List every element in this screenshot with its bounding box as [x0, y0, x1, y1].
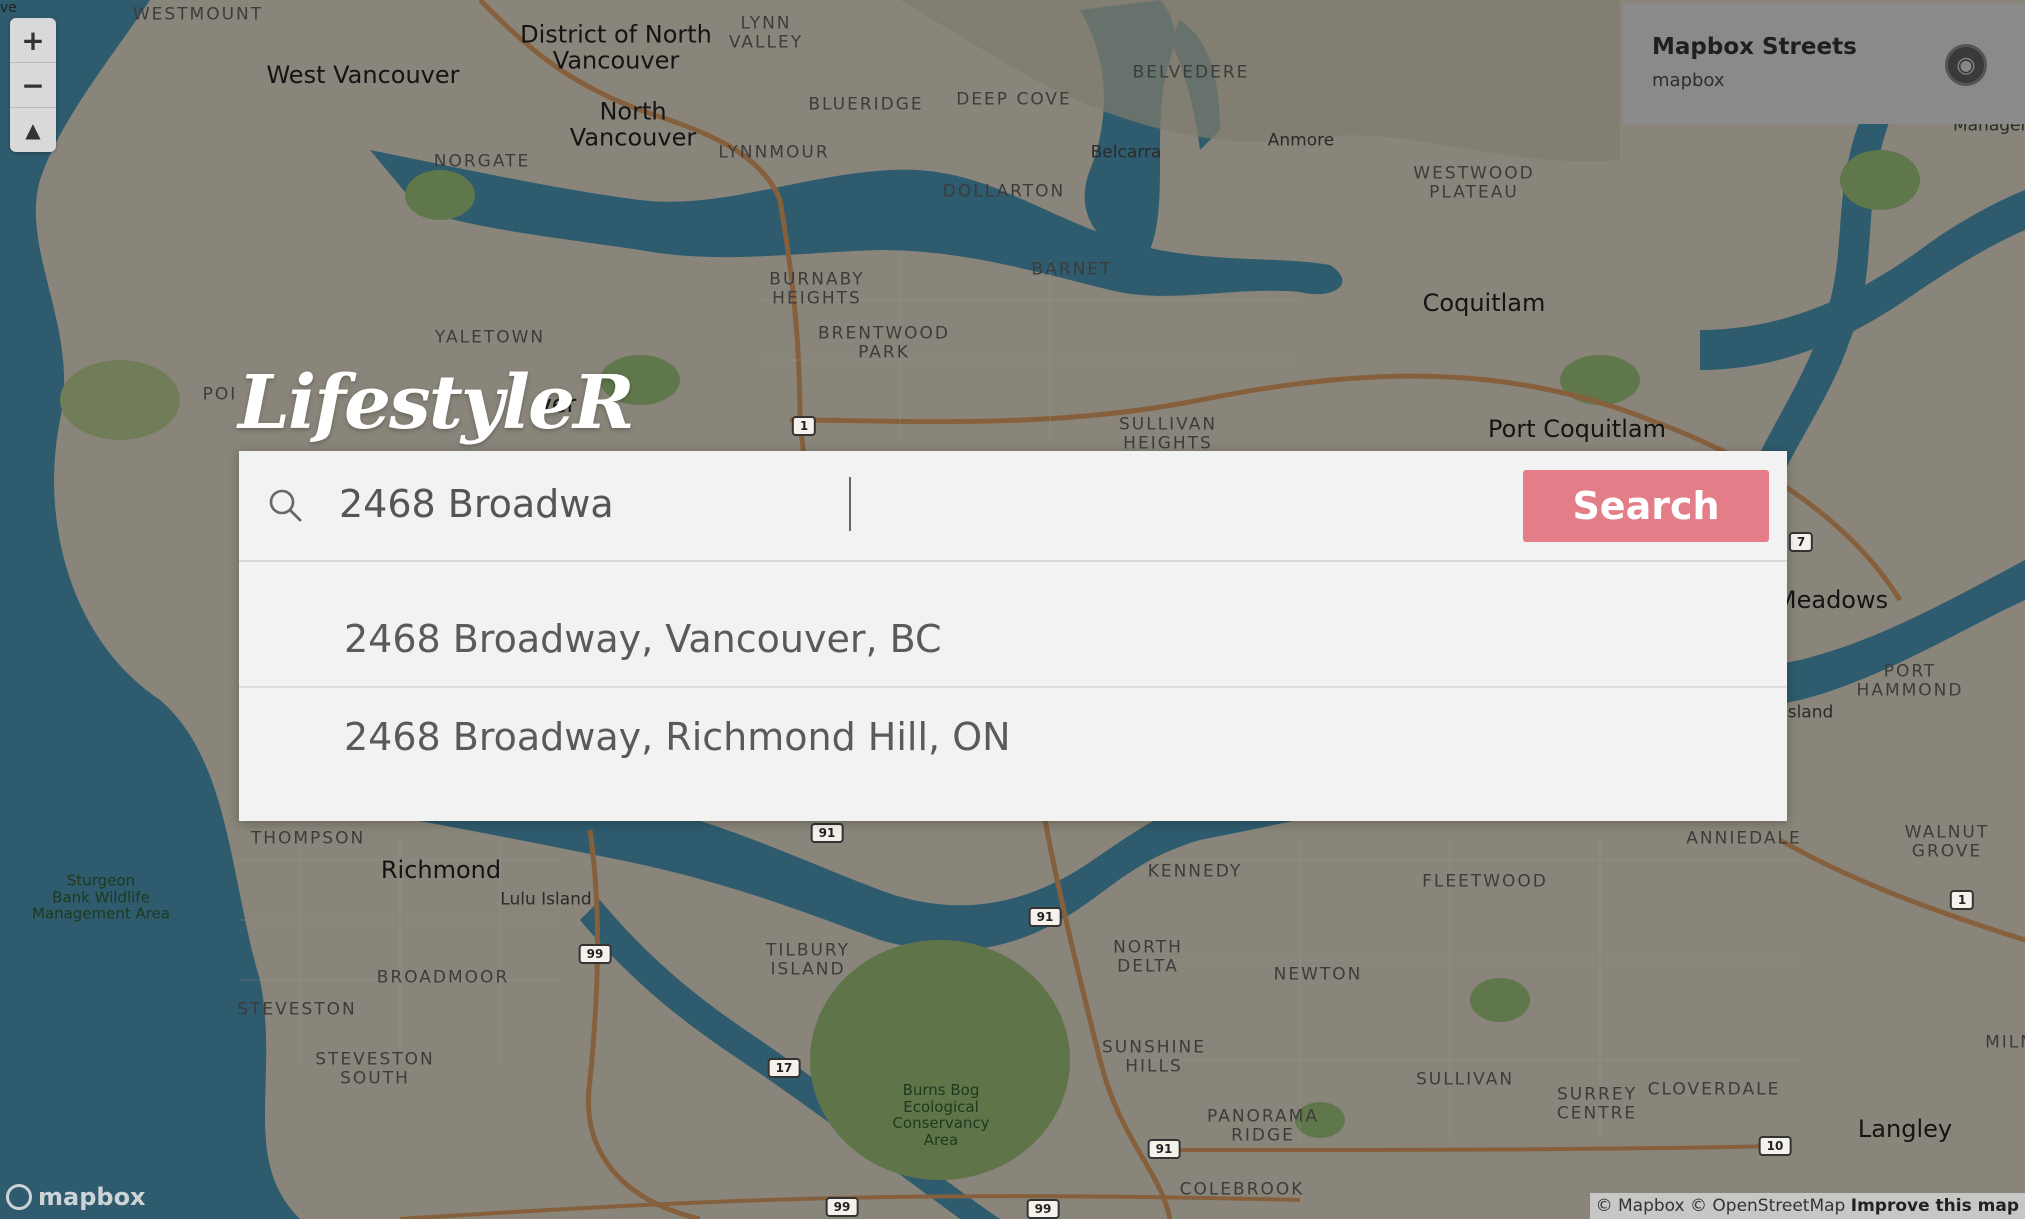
map-label: CLOVERDALE: [1647, 1079, 1781, 1100]
map-label: Belcarra: [1090, 142, 1162, 163]
map-label: FLEETWOOD: [1422, 871, 1548, 892]
map-label: WESTMOUNT: [132, 4, 264, 25]
zoom-controls: + − ▲: [10, 18, 56, 152]
map-label: MILN: [1985, 1032, 2025, 1053]
map-label: BLUERIDGE: [808, 94, 924, 115]
route-shield: 7: [1788, 532, 1814, 552]
map-label: Island: [1782, 702, 1834, 723]
map-label: BRENTWOOD PARK: [818, 323, 950, 362]
map-label: SULLIVAN: [1415, 1069, 1515, 1090]
map-label: SUNSHINE HILLS: [1102, 1037, 1206, 1076]
zoom-out-button[interactable]: −: [10, 63, 56, 108]
map-label: NORGATE: [433, 151, 531, 172]
route-shield: 99: [1026, 1199, 1060, 1219]
map-label: SULLIVAN HEIGHTS: [1118, 414, 1218, 453]
map-label: PANORAMA RIDGE: [1207, 1106, 1319, 1145]
map-style-title: Mapbox Streets: [1652, 34, 1857, 60]
map-label: Langley: [1857, 1114, 1953, 1143]
map-label: STEVESTON SOUTH: [315, 1049, 435, 1088]
map-label: NEWTON: [1273, 964, 1363, 985]
map-label: ANNIEDALE: [1686, 828, 1802, 849]
map-label: NORTH DELTA: [1113, 937, 1183, 976]
zoom-in-button[interactable]: +: [10, 18, 56, 63]
map-label: BELVEDERE: [1132, 62, 1250, 83]
map-label: WESTWOOD PLATEAU: [1413, 163, 1535, 202]
map-label: BARNET: [1031, 259, 1113, 280]
route-shield: 91: [1147, 1139, 1181, 1159]
map-label: KENNEDY: [1147, 861, 1243, 882]
route-shield: 99: [825, 1197, 859, 1217]
map-label: LYNNMOUR: [718, 142, 830, 163]
map-label: Coquitlam: [1422, 288, 1546, 317]
map-label: PORT HAMMOND: [1856, 661, 1964, 700]
attribution-osm-link[interactable]: © OpenStreetMap: [1690, 1196, 1845, 1216]
attribution-mapbox-link[interactable]: © Mapbox: [1596, 1196, 1685, 1216]
corner-text: ve: [0, 0, 17, 16]
route-shield: 91: [810, 823, 844, 843]
map-label: DOLLARTON: [942, 181, 1066, 202]
map-label: District of North Vancouver: [520, 20, 712, 75]
suggestion-item[interactable]: 2468 Broadway, Vancouver, BC: [239, 592, 1787, 688]
map-label: Lulu Island: [500, 889, 592, 910]
compass-icon[interactable]: ◉: [1945, 44, 1987, 86]
mapbox-logo[interactable]: mapbox: [6, 1183, 146, 1211]
map-label: Meadows: [1775, 585, 1889, 614]
map-label: WALNUT GROVE: [1904, 822, 1990, 861]
text-caret: [849, 477, 851, 531]
route-shield: 1: [791, 416, 817, 436]
route-shield: 1: [1949, 890, 1975, 910]
search-panel: Search 2468 Broadway, Vancouver, BC 2468…: [239, 451, 1787, 821]
map-label: Port Coquitlam: [1488, 414, 1666, 443]
map-label: THOMPSON: [250, 828, 366, 849]
suggestion-item[interactable]: 2468 Broadway, Richmond Hill, ON: [239, 689, 1787, 785]
map-label: West Vancouver: [266, 60, 460, 89]
map-label: LYNN VALLEY: [728, 13, 804, 52]
compass-reset-button[interactable]: ▲: [10, 108, 56, 152]
map-label: POI: [202, 384, 238, 405]
map-label: DEEP COVE: [956, 89, 1072, 110]
map-label: Anmore: [1267, 130, 1335, 151]
map-label: STEVESTON: [237, 999, 357, 1020]
map-label: North Vancouver: [569, 97, 697, 152]
map-label: COLEBROOK: [1179, 1179, 1305, 1200]
map-style-switcher[interactable]: Mapbox Streets mapbox ◉: [1622, 4, 2025, 124]
search-bar: Search: [239, 451, 1787, 562]
map-label: Burns Bog Ecological Conservancy Area: [892, 1081, 990, 1149]
search-button[interactable]: Search: [1523, 470, 1769, 542]
map-label: YALETOWN: [434, 327, 546, 348]
map-style-subtitle: mapbox: [1652, 70, 1725, 91]
route-shield: 17: [767, 1058, 801, 1078]
route-shield: 99: [578, 944, 612, 964]
map-label: TILBURY ISLAND: [765, 940, 851, 979]
improve-map-link[interactable]: Improve this map: [1851, 1196, 2019, 1216]
mapbox-logo-icon: [6, 1184, 32, 1210]
app-logo: LifestyleR: [238, 360, 635, 446]
route-shield: 10: [1758, 1136, 1792, 1156]
search-icon: [269, 489, 302, 522]
map-label: BURNABY HEIGHTS: [769, 269, 865, 308]
map-label: Sturgeon Bank Wildlife Management Area: [31, 871, 171, 923]
map-attribution: © Mapbox © OpenStreetMap Improve this ma…: [1589, 1193, 2025, 1219]
mapbox-logo-text: mapbox: [38, 1183, 146, 1211]
map-label: Richmond: [380, 855, 502, 884]
map-label: SURREY CENTRE: [1556, 1084, 1638, 1123]
map-label: BROADMOOR: [376, 967, 510, 988]
route-shield: 91: [1028, 907, 1062, 927]
